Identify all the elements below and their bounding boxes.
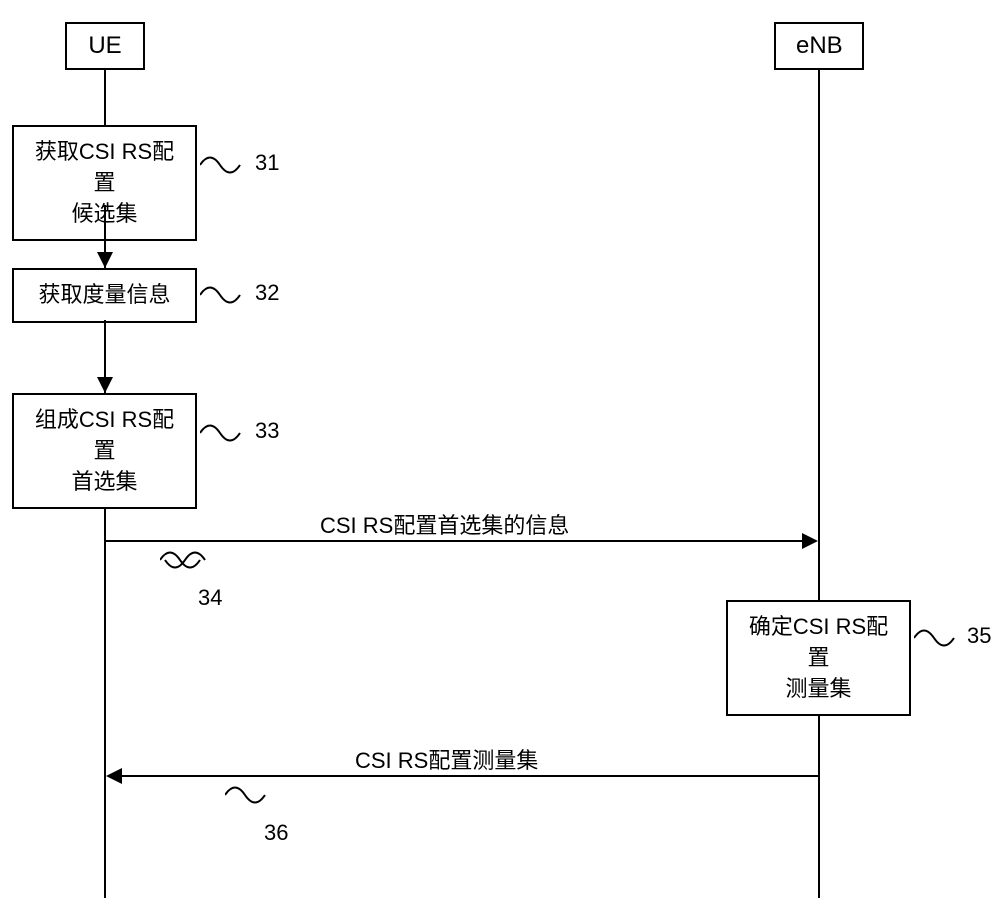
step-33-text: 组成CSI RS配置 首选集	[35, 407, 174, 494]
step-32-box: 获取度量信息	[12, 268, 197, 323]
actor-enb-label: eNB	[796, 32, 843, 59]
arrow-31-32-head	[97, 252, 113, 268]
actor-ue: UE	[65, 22, 145, 70]
message-34-label: 34	[198, 585, 222, 611]
message-36-line	[120, 775, 818, 777]
arrow-32-33	[104, 320, 106, 380]
actor-ue-label: UE	[88, 32, 121, 59]
step-32-text: 获取度量信息	[38, 282, 170, 307]
message-34-line	[106, 540, 804, 542]
step-31-label: 31	[255, 150, 279, 176]
squiggle-33	[200, 413, 250, 453]
message-36-label: 36	[264, 820, 288, 846]
step-32-label: 32	[255, 280, 279, 306]
lifeline-enb	[818, 68, 820, 898]
step-33-box: 组成CSI RS配置 首选集	[12, 393, 197, 509]
squiggle-35	[914, 618, 964, 658]
message-36-arrow	[106, 768, 122, 784]
step-35-text: 确定CSI RS配置 测量集	[749, 614, 888, 701]
step-35-label: 35	[967, 623, 991, 649]
squiggle-32	[200, 275, 250, 315]
arrow-31-32	[104, 205, 106, 255]
sequence-diagram: UE eNB 获取CSI RS配置 候选集 31 获取度量信息 32 组成CSI…	[0, 0, 1000, 915]
message-34-arrow	[802, 533, 818, 549]
message-34-text: CSI RS配置首选集的信息	[320, 508, 569, 540]
arrow-32-33-head	[97, 377, 113, 393]
squiggle-34	[160, 545, 210, 585]
actor-enb: eNB	[774, 22, 864, 70]
message-36-text: CSI RS配置测量集	[355, 743, 538, 775]
step-35-box: 确定CSI RS配置 测量集	[726, 600, 911, 716]
squiggle-31	[200, 145, 250, 185]
step-33-label: 33	[255, 418, 279, 444]
squiggle-36	[225, 780, 275, 820]
